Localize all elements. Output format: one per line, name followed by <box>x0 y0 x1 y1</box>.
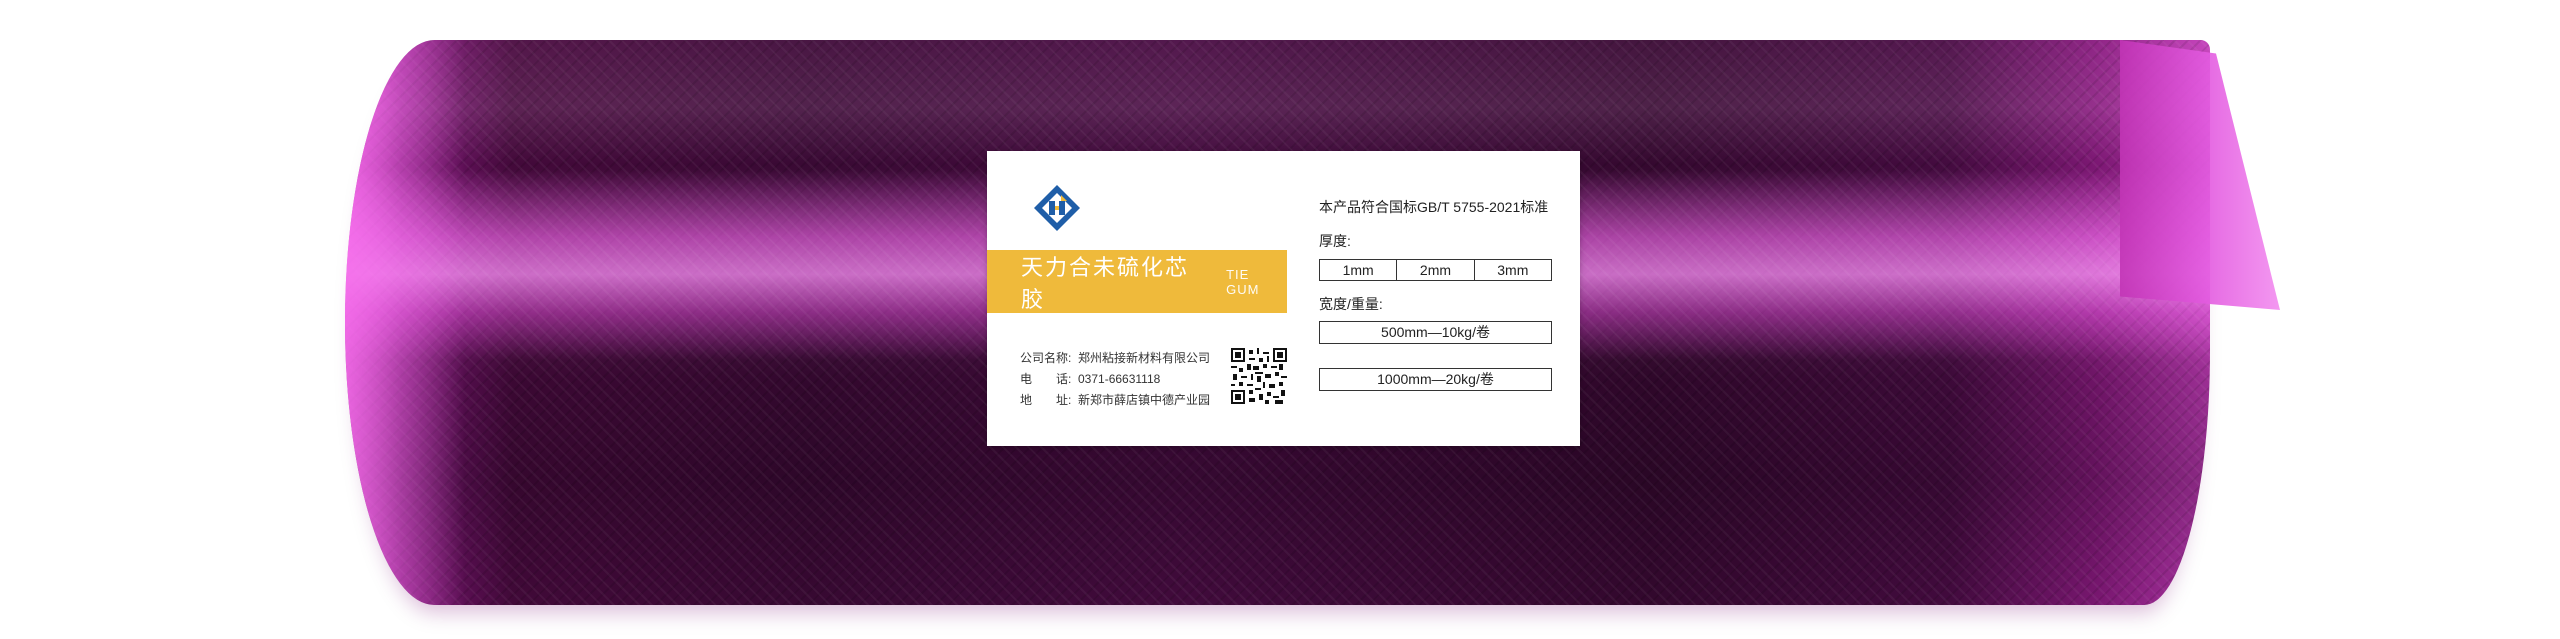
thickness-options: 1mm 2mm 3mm <box>1319 259 1552 281</box>
company-name-key: 公司名称: <box>1020 351 1072 365</box>
brand-name-cn: 天力合未硫化芯胶 <box>1021 254 1190 312</box>
thickness-label: 厚度: <box>1319 233 1351 249</box>
thickness-option-2mm: 2mm <box>1397 260 1475 280</box>
diamond-logo-icon <box>1032 183 1082 233</box>
company-phone-value: 0371-66631118 <box>1078 372 1161 386</box>
product-label: 天力合未硫化芯胶 TIE GUM 公司名称: 郑州粘接新材料有限公司 电 话: … <box>987 151 1580 446</box>
spec-panel: 本产品符合国标GB/T 5755-2021标准 厚度: 1mm 2mm 3mm … <box>1319 197 1559 391</box>
company-name-value: 郑州粘接新材料有限公司 <box>1078 351 1211 365</box>
thickness-option-1mm: 1mm <box>1320 260 1398 280</box>
roll-left-edge <box>345 40 465 605</box>
brand-bar: 天力合未硫化芯胶 TIE GUM <box>987 250 1287 313</box>
company-address-value: 新郑市薛店镇中德产业园 <box>1078 393 1211 407</box>
company-name-row: 公司名称: 郑州粘接新材料有限公司 <box>1020 348 1260 369</box>
thickness-option-3mm: 3mm <box>1497 262 1529 278</box>
width-weight-option-1000: 1000mm—20kg/卷 <box>1319 368 1552 391</box>
company-info: 公司名称: 郑州粘接新材料有限公司 电 话: 0371-66631118 地 址… <box>1020 348 1260 411</box>
standard-text: 本产品符合国标GB/T 5755-2021标准 <box>1319 199 1549 215</box>
width-weight-label: 宽度/重量: <box>1319 296 1383 312</box>
roll-peeled-flap <box>2120 40 2280 310</box>
width-weight-option-500: 500mm—10kg/卷 <box>1319 321 1552 344</box>
company-phone-key: 电 话: <box>1020 372 1072 386</box>
company-address-row: 地 址: 新郑市薛店镇中德产业园 <box>1020 390 1260 411</box>
brand-name-en: TIE GUM <box>1226 266 1260 297</box>
company-address-key: 地 址: <box>1020 393 1072 407</box>
qr-code-icon <box>1231 348 1287 404</box>
company-phone-row: 电 话: 0371-66631118 <box>1020 369 1260 390</box>
product-photo: 天力合未硫化芯胶 TIE GUM 公司名称: 郑州粘接新材料有限公司 电 话: … <box>0 0 2560 639</box>
